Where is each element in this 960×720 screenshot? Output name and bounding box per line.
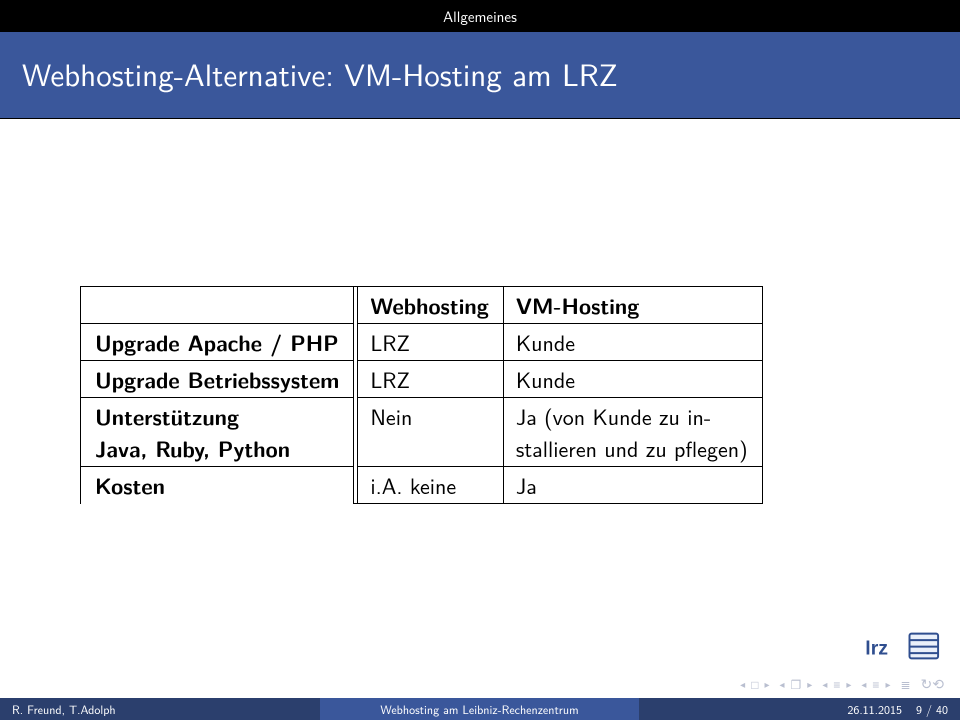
footer-title: Webhosting am Leibniz-Rechenzentrum	[320, 698, 640, 720]
nav-section-icon[interactable]: ◂ ≡ ▸	[861, 675, 890, 693]
table-head-empty	[80, 286, 353, 323]
row-label-l1: Unterstützung	[95, 400, 239, 432]
cell: i.A. keine	[357, 466, 502, 504]
cell: Kunde	[503, 360, 763, 397]
cell: Ja (von Kunde zu in- stallieren und zu p…	[503, 397, 763, 466]
cell-l2: stallieren und zu pflegen)	[516, 432, 748, 464]
cell: Kunde	[503, 323, 763, 360]
table-row: Upgrade Apache / PHP LRZ Kunde	[80, 323, 763, 360]
section-tab: Allgemeines	[0, 0, 960, 32]
slide-title: Webhosting-Alternative: VM-Hosting am LR…	[0, 32, 960, 119]
svg-text:lrz: lrz	[865, 637, 888, 659]
row-label: Upgrade Apache / PHP	[80, 323, 353, 360]
table-row: Kosten i.A. keine Ja	[80, 466, 763, 504]
cell: Nein	[357, 397, 502, 466]
row-label: Unterstützung Java, Ruby, Python	[80, 397, 353, 466]
slide-title-text: Webhosting-Alternative: VM-Hosting am LR…	[22, 50, 618, 96]
table-head-row: Webhosting VM-Hosting	[80, 286, 763, 323]
lrz-logo: lrz	[864, 628, 942, 664]
footer-date: 26.11.2015	[847, 700, 902, 718]
row-label: Kosten	[80, 466, 353, 504]
beamer-nav-icons: ◂ □ ▸ ◂ ❐ ▸ ◂ ≡ ▸ ◂ ≡ ▸ ≣ ↻⟲	[0, 670, 960, 698]
nav-equals-icon: ≣	[900, 675, 910, 693]
section-label: Allgemeines	[443, 5, 517, 27]
footer-right: 26.11.2015 9 / 40	[639, 698, 960, 720]
comparison-table: Webhosting VM-Hosting Upgrade Apache / P…	[80, 286, 763, 504]
cell: LRZ	[357, 360, 502, 397]
cell: Ja	[503, 466, 763, 504]
footer-bar: R. Freund, T.Adolph Webhosting am Leibni…	[0, 698, 960, 720]
nav-slide-icon[interactable]: ◂ □ ▸	[740, 675, 769, 693]
nav-frame-icon[interactable]: ◂ ❐ ▸	[779, 675, 812, 693]
table-row: Upgrade Betriebssystem LRZ Kunde	[80, 360, 763, 397]
nav-subsection-icon[interactable]: ◂ ≡ ▸	[822, 675, 851, 693]
table-head-webhosting: Webhosting	[357, 286, 502, 323]
footer-authors: R. Freund, T.Adolph	[0, 698, 320, 720]
nav-loop-icon[interactable]: ↻⟲	[921, 674, 944, 694]
cell: LRZ	[357, 323, 502, 360]
cell-l1: Ja (von Kunde zu in-	[516, 400, 711, 432]
slide-body: Webhosting VM-Hosting Upgrade Apache / P…	[0, 119, 960, 670]
row-label-l2: Java, Ruby, Python	[95, 432, 290, 464]
footer-page: 9 / 40	[916, 700, 948, 718]
footer-authors-text: R. Freund, T.Adolph	[12, 700, 116, 718]
table-row: Unterstützung Java, Ruby, Python Nein Ja…	[80, 397, 763, 466]
footer-title-text: Webhosting am Leibniz-Rechenzentrum	[380, 700, 578, 718]
table-head-vmhosting: VM-Hosting	[503, 286, 763, 323]
row-label: Upgrade Betriebssystem	[80, 360, 353, 397]
